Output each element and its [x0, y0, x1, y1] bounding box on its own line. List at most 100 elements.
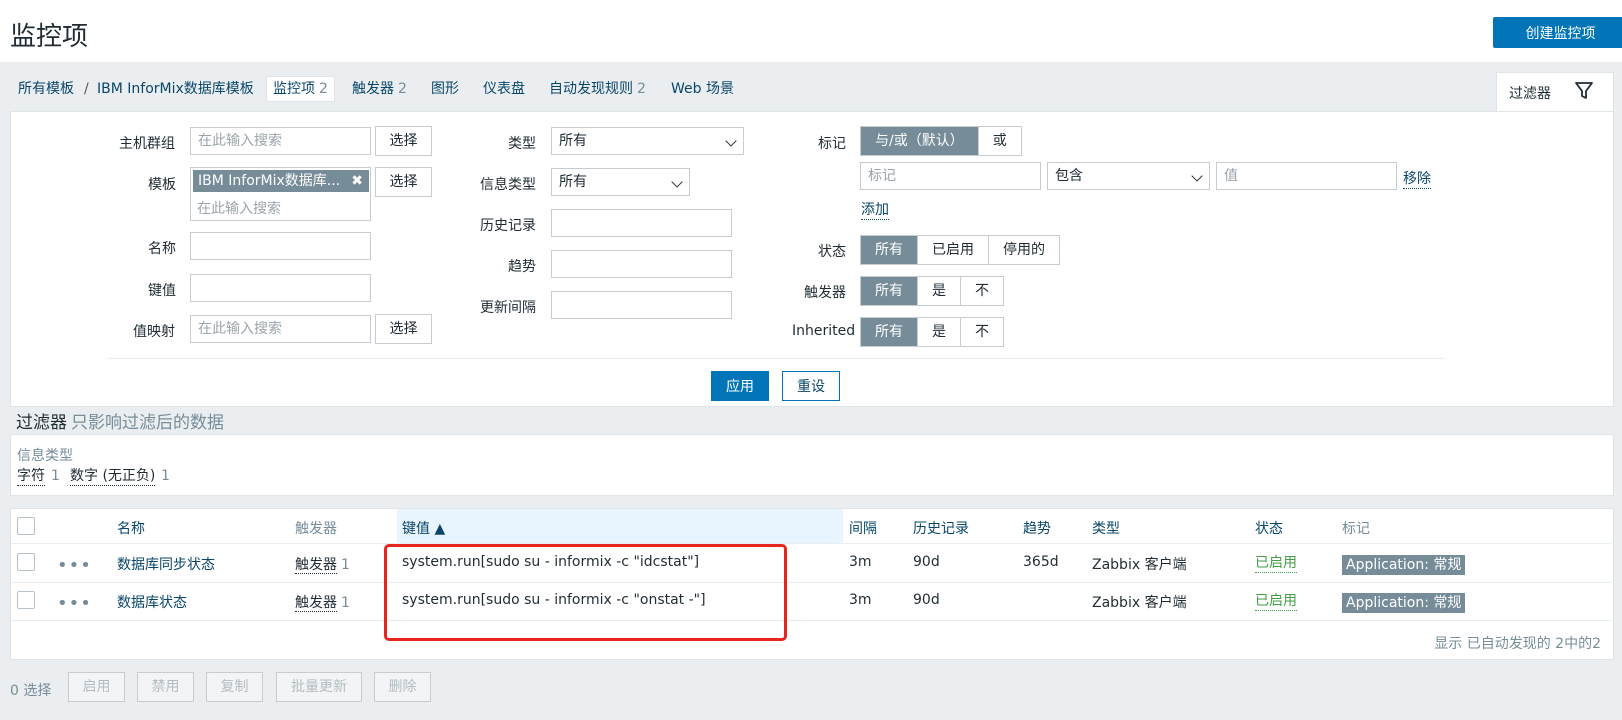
tab-triggers[interactable]: 触发器 2 [352, 76, 407, 102]
inherited-option-no[interactable]: 不 [960, 318, 1003, 346]
tab-items[interactable]: 监控项 2 [266, 76, 335, 102]
apply-button[interactable]: 应用 [711, 371, 769, 401]
column-header-type[interactable]: 类型 [1092, 518, 1120, 538]
column-header-status[interactable]: 状态 [1255, 518, 1283, 538]
item-tag[interactable]: Application: 常规 [1342, 593, 1466, 613]
status-option-enabled[interactable]: 已启用 [917, 236, 988, 264]
subfilter-item-unsigned-count: 1 [161, 468, 170, 484]
header-divider [11, 543, 1615, 544]
triggers-option-yes[interactable]: 是 [917, 277, 960, 305]
tag-name-input[interactable]: 标记 [860, 162, 1041, 190]
breadcrumb-all-templates[interactable]: 所有模板 [18, 76, 74, 102]
mass-update-button[interactable]: 批量更新 [276, 672, 362, 702]
item-interval: 3m [849, 592, 872, 608]
item-trends: 365d [1023, 554, 1059, 570]
tag-add-link[interactable]: 添加 [861, 199, 889, 220]
more-options-icon[interactable]: ••• [57, 557, 92, 575]
history-label: 历史记录 [480, 218, 536, 234]
tag-value-input[interactable]: 值 [1216, 162, 1397, 190]
host-groups-label: 主机群组 [119, 136, 175, 152]
key-input[interactable] [190, 274, 371, 302]
column-header-interval[interactable]: 间隔 [849, 518, 877, 538]
item-status-link[interactable]: 已启用 [1255, 592, 1297, 611]
status-option-disabled[interactable]: 停用的 [988, 236, 1059, 264]
breadcrumb: 所有模板 / IBM InforMix数据库模板 监控项 2 触发器 2 图形 仪表… [10, 74, 1612, 112]
subfilter-title: 过滤器 只影响过滤后的数据 [16, 408, 224, 433]
inherited-option-yes[interactable]: 是 [917, 318, 960, 346]
chevron-down-icon [1191, 170, 1203, 182]
column-header-history[interactable]: 历史记录 [913, 518, 969, 538]
tab-web-scenarios[interactable]: Web 场景 [671, 76, 734, 102]
column-header-tags: 标记 [1342, 521, 1370, 537]
mass-action-bar: 0 选择 启用 禁用 复制 批量更新 删除 [0, 670, 1622, 720]
trends-label: 趋势 [508, 259, 536, 275]
info-type-label: 信息类型 [480, 177, 536, 193]
more-options-icon[interactable]: ••• [57, 595, 92, 613]
delete-button[interactable]: 删除 [374, 672, 431, 702]
table-stats: 显示 已自动发现的 2中的2 [1434, 636, 1601, 652]
key-label: 键值 [148, 283, 176, 299]
row-checkbox[interactable] [17, 553, 35, 571]
inherited-option-all[interactable]: 所有 [861, 318, 917, 346]
tags-or-option[interactable]: 或 [977, 127, 1021, 155]
tab-graphs[interactable]: 图形 [431, 76, 459, 102]
column-header-key[interactable]: 键值 ▲ [402, 518, 445, 538]
interval-input[interactable] [551, 291, 732, 319]
select-all-checkbox[interactable] [17, 517, 35, 535]
tab-dashboards[interactable]: 仪表盘 [483, 76, 525, 102]
copy-button[interactable]: 复制 [206, 672, 263, 702]
tab-items-count: 2 [319, 81, 328, 97]
triggers-option-all[interactable]: 所有 [861, 277, 917, 305]
tag-remove-link[interactable]: 移除 [1403, 168, 1431, 189]
item-name-link[interactable]: 数据库同步状态 [117, 554, 215, 574]
create-item-button[interactable]: 创建监控项 [1493, 17, 1622, 48]
tag-operator-value: 包含 [1055, 168, 1083, 184]
host-groups-select-button[interactable]: 选择 [375, 126, 432, 156]
filter-panel: 主机群组 在此输入搜索 选择 模板 在此输入搜索 IBM InforMix数据库… [10, 111, 1614, 407]
tag-operator-select[interactable]: 包含 [1047, 162, 1210, 190]
item-type: Zabbix 客户端 [1092, 557, 1187, 573]
trends-input[interactable] [551, 250, 732, 278]
item-triggers-link[interactable]: 触发器 [295, 557, 337, 574]
item-triggers-count: 1 [341, 557, 350, 573]
templates-select-button[interactable]: 选择 [375, 167, 432, 197]
column-header-trends[interactable]: 趋势 [1023, 518, 1051, 538]
chevron-down-icon [725, 135, 737, 147]
item-status-link[interactable]: 已启用 [1255, 554, 1297, 573]
valuemap-input[interactable]: 在此输入搜索 [190, 315, 371, 343]
breadcrumb-template[interactable]: IBM InforMix数据库模板 [97, 76, 254, 102]
filter-tab[interactable]: 过滤器 [1496, 72, 1614, 112]
tab-discovery-rules[interactable]: 自动发现规则 2 [549, 76, 646, 102]
type-select[interactable]: 所有 [551, 127, 744, 155]
triggers-toggle[interactable]: 所有 是 不 [860, 276, 1004, 306]
history-input[interactable] [551, 209, 732, 237]
item-name-link[interactable]: 数据库状态 [117, 592, 187, 612]
inherited-toggle[interactable]: 所有 是 不 [860, 317, 1004, 347]
subfilter-item-unsigned[interactable]: 数字 (无正负) [70, 467, 156, 486]
status-option-all[interactable]: 所有 [861, 236, 917, 264]
column-header-triggers: 触发器 [295, 521, 337, 537]
host-groups-input[interactable]: 在此输入搜索 [190, 127, 371, 155]
info-type-select[interactable]: 所有 [551, 168, 690, 196]
tags-andor-option[interactable]: 与/或（默认） [861, 127, 978, 155]
status-toggle[interactable]: 所有 已启用 停用的 [860, 235, 1060, 265]
remove-chip-icon[interactable]: ✖ [351, 170, 363, 192]
subfilter-item-char[interactable]: 字符 [17, 467, 45, 486]
item-tag[interactable]: Application: 常规 [1342, 555, 1466, 575]
reset-button[interactable]: 重设 [782, 371, 840, 401]
filter-icon [1575, 82, 1593, 99]
page-title: 监控项 [10, 22, 89, 52]
status-label: 状态 [818, 244, 846, 260]
row-checkbox[interactable] [17, 591, 35, 609]
enable-button[interactable]: 启用 [68, 672, 125, 702]
valuemap-select-button[interactable]: 选择 [375, 314, 432, 344]
subfilter-note: 只影响过滤后的数据 [71, 413, 224, 433]
host-groups-placeholder: 在此输入搜索 [198, 133, 282, 149]
triggers-option-no[interactable]: 不 [960, 277, 1003, 305]
tags-evaltype-toggle[interactable]: 与/或（默认） 或 [860, 126, 1022, 156]
name-input[interactable] [190, 232, 371, 260]
item-triggers-link[interactable]: 触发器 [295, 595, 337, 612]
disable-button[interactable]: 禁用 [137, 672, 194, 702]
column-header-name[interactable]: 名称 [117, 518, 145, 538]
subfilter-item-char-count: 1 [51, 468, 60, 484]
